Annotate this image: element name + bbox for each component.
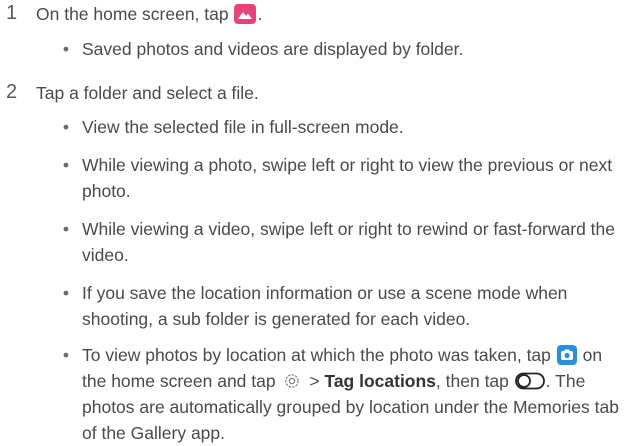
step-text-period: .: [257, 4, 263, 24]
bullet-text: While viewing a photo, swipe left or rig…: [82, 155, 613, 201]
settings-gear-icon: [282, 371, 302, 391]
bullet-marker: •: [62, 117, 70, 137]
bullet-text: While viewing a video, swipe left or rig…: [82, 219, 616, 265]
text-fragment: >: [304, 371, 325, 391]
step-text-part: On the home screen, tap: [36, 4, 234, 24]
step-text: On the home screen, tap .: [36, 4, 262, 25]
bullet-text-location: To view photos by location at which the …: [82, 342, 627, 446]
bullet-marker: •: [62, 283, 70, 303]
bullet-text: View the selected file in full-screen mo…: [82, 117, 404, 137]
bullet-marker: •: [62, 155, 70, 175]
tag-locations-label: Tag locations: [324, 371, 436, 391]
bullet-marker: •: [62, 39, 70, 59]
text-fragment: , then tap: [435, 371, 514, 391]
camera-icon: [556, 345, 577, 365]
toggle-switch-icon: [514, 372, 545, 390]
step-number: 1: [6, 2, 18, 24]
bullet-marker: •: [62, 219, 70, 239]
text-fragment: To view photos by location at which the …: [82, 345, 556, 365]
step-number: 2: [6, 81, 18, 103]
bullet-marker: •: [62, 345, 70, 365]
gallery-icon: [234, 4, 257, 24]
bullet-text: Saved photos and videos are displayed by…: [82, 39, 464, 59]
bullet-text: If you save the location information or …: [82, 283, 568, 329]
step-text: Tap a folder and select a file.: [36, 83, 259, 103]
